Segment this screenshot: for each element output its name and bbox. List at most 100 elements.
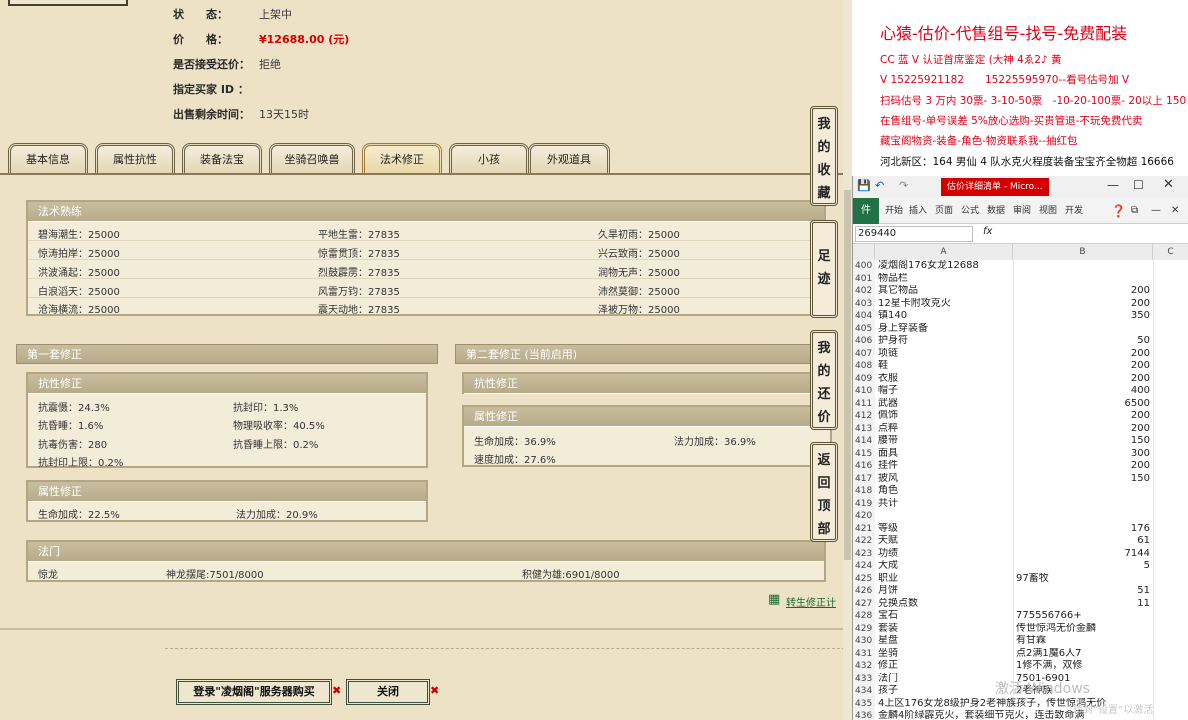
row-number[interactable]: 426 (853, 585, 875, 598)
cell-b[interactable]: 200 (1013, 373, 1153, 386)
tab-equipment[interactable]: 装备法宝 (182, 143, 262, 173)
row-number[interactable]: 430 (853, 635, 875, 648)
row-number[interactable]: 410 (853, 385, 875, 398)
cell-a[interactable]: 孩子 (875, 685, 1013, 698)
row-number[interactable]: 407 (853, 347, 875, 360)
row-number[interactable]: 401 (853, 272, 875, 285)
ribbon-tab[interactable]: 开发 (1065, 198, 1083, 224)
maximize-icon[interactable]: ☐ (1133, 178, 1144, 192)
cell-a[interactable]: 镇140 (875, 310, 1013, 323)
table-row[interactable]: 426 月饼 51 (853, 585, 1188, 598)
table-row[interactable]: 419 共计 (853, 497, 1188, 511)
row-number[interactable]: 404 (853, 310, 875, 323)
ribbon-tab[interactable]: 数据 (987, 198, 1005, 224)
cell-a[interactable]: 武器 (875, 398, 1013, 411)
cell-a[interactable]: 宝石 (875, 610, 1013, 623)
cell-b[interactable]: 点2满1魔6人7 (1013, 648, 1188, 661)
column-header-b[interactable]: B (1013, 244, 1153, 260)
row-number[interactable]: 435 (853, 697, 875, 710)
table-row[interactable]: 404 镇140 350 (853, 310, 1188, 323)
cell-b[interactable]: 150 (1013, 435, 1153, 448)
close-icon[interactable]: ✕ (1163, 177, 1174, 192)
fx-icon[interactable]: fx (983, 226, 992, 237)
cell-b[interactable]: 有甘霖 (1013, 635, 1188, 648)
ribbon-tab[interactable]: 审阅 (1013, 198, 1031, 224)
table-row[interactable]: 430 星盘 有甘霖 (853, 635, 1188, 648)
my-favorites-button[interactable]: 我 的 收 藏 (810, 106, 838, 206)
cell-a[interactable]: 坐骑 (875, 648, 1013, 661)
row-number[interactable]: 415 (853, 447, 875, 460)
ribbon-tab[interactable]: 视图 (1039, 198, 1057, 224)
table-row[interactable]: 427 兑换点数 11 (853, 597, 1188, 611)
minimize-icon[interactable]: — (1151, 198, 1161, 224)
cell-a[interactable]: 修正 (875, 660, 1013, 673)
cell-b[interactable]: 1修不满，双修 (1013, 660, 1188, 673)
cell-b[interactable]: 200 (1013, 360, 1153, 373)
row-number[interactable]: 419 (853, 497, 875, 510)
excel-window-title[interactable]: 估价详细清单 - Micro... (941, 178, 1049, 196)
cell-a[interactable]: 帽子 (875, 385, 1013, 398)
tab-appearance[interactable]: 外观道具 (528, 143, 610, 173)
row-number[interactable]: 422 (853, 535, 875, 548)
my-counter-offers-button[interactable]: 我 的 还 价 (810, 330, 838, 430)
table-row[interactable]: 418 角色 (853, 485, 1188, 498)
cell-b[interactable]: 150 (1013, 473, 1153, 486)
row-number[interactable]: 417 (853, 472, 875, 485)
row-number[interactable]: 413 (853, 422, 875, 435)
table-row[interactable]: 412 佩饰 200 (853, 410, 1188, 423)
cell-b[interactable]: 11 (1013, 598, 1153, 611)
row-number[interactable]: 412 (853, 410, 875, 423)
cell-b[interactable]: 传世惊鸿无价金麟 (1013, 623, 1188, 636)
table-row[interactable]: 405 身上穿装备 (853, 322, 1188, 336)
cell-b[interactable]: 400 (1013, 385, 1153, 398)
cell-a[interactable]: 月饼 (875, 585, 1013, 598)
minimize-icon[interactable]: — (1107, 178, 1119, 192)
cell-a[interactable]: 兑换点数 (875, 598, 1013, 611)
table-row[interactable]: 410 帽子 400 (853, 385, 1188, 398)
cell-a[interactable]: 其它物品 (875, 285, 1013, 298)
cell-a[interactable]: 点粹 (875, 423, 1013, 436)
cell-a[interactable]: 凌烟阁176女龙12688 (875, 260, 1013, 273)
row-number[interactable]: 431 (853, 647, 875, 660)
tab-mounts-pets[interactable]: 坐骑召唤兽 (269, 143, 355, 173)
tab-attributes[interactable]: 属性抗性 (95, 143, 175, 173)
row-number[interactable]: 400 (853, 260, 875, 273)
table-row[interactable]: 415 面具 300 (853, 447, 1188, 460)
table-row[interactable]: 431 坐骑 点2满1魔6人7 (853, 647, 1188, 661)
buy-on-server-button[interactable]: 登录"凌烟阁"服务器购买 (176, 679, 332, 705)
column-header-a[interactable]: A (875, 244, 1013, 260)
help-icon[interactable]: ❓ (1111, 198, 1126, 224)
cell-a[interactable]: 共计 (875, 498, 1013, 511)
table-row[interactable]: 407 项链 200 (853, 347, 1188, 361)
select-all-corner[interactable] (853, 244, 875, 260)
file-tab[interactable]: 件 (853, 198, 879, 224)
cell-a[interactable]: 物品栏 (875, 273, 1013, 286)
table-row[interactable]: 420 (853, 510, 1188, 523)
cell-b[interactable]: 350 (1013, 310, 1153, 323)
row-number[interactable]: 409 (853, 372, 875, 385)
row-number[interactable]: 414 (853, 435, 875, 448)
ribbon-tab[interactable]: 开始 (885, 198, 903, 224)
table-row[interactable]: 416 挂件 200 (853, 460, 1188, 473)
save-icon[interactable]: 💾 (857, 179, 871, 192)
cell-b[interactable]: 61 (1013, 535, 1153, 548)
cell-b[interactable]: 200 (1013, 348, 1153, 361)
table-row[interactable]: 425 职业 97畜牧 (853, 572, 1188, 586)
row-number[interactable]: 405 (853, 322, 875, 335)
table-row[interactable]: 400 凌烟阁176女龙12688 (853, 260, 1188, 273)
row-number[interactable]: 421 (853, 522, 875, 535)
cell-a[interactable]: 大成 (875, 560, 1013, 573)
table-row[interactable]: 406 护身符 50 (853, 335, 1188, 348)
row-number[interactable]: 418 (853, 485, 875, 498)
close-button[interactable]: 关闭 (346, 679, 430, 705)
cell-a[interactable]: 身上穿装备 (875, 323, 1013, 336)
row-number[interactable]: 420 (853, 510, 875, 523)
row-number[interactable]: 424 (853, 560, 875, 573)
table-row[interactable]: 413 点粹 200 (853, 422, 1188, 436)
row-number[interactable]: 427 (853, 597, 875, 610)
cell-b[interactable]: 200 (1013, 298, 1153, 311)
table-row[interactable]: 411 武器 6500 (853, 397, 1188, 411)
row-number[interactable]: 411 (853, 397, 875, 410)
cell-a[interactable]: 职业 (875, 573, 1013, 586)
cell-a[interactable]: 披风 (875, 473, 1013, 486)
